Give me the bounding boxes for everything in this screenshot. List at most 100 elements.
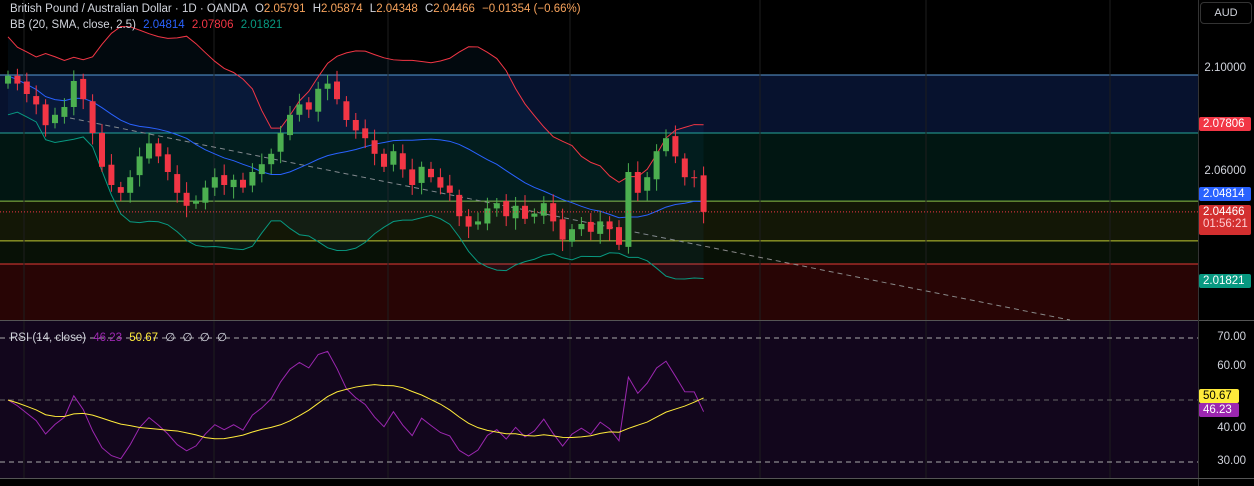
candle-body (164, 154, 171, 172)
candle-body (352, 120, 359, 131)
candle-body (89, 101, 96, 133)
candle-body (587, 221, 594, 232)
bb-lower-value: 2.01821 (240, 19, 283, 31)
candle-body (390, 151, 397, 165)
candle-body (625, 172, 632, 247)
candle-body (634, 172, 641, 193)
candle-body (70, 81, 77, 107)
candle-body (193, 200, 199, 204)
bb-lower-tag: 2.01821 (1199, 274, 1251, 288)
candle-body (202, 187, 209, 203)
candle-body (343, 101, 350, 120)
bb-upper-tag: 2.07806 (1199, 117, 1251, 131)
candle-body (258, 164, 265, 175)
low-value: 2.04348 (376, 3, 418, 15)
bb-basis-value: 2.04814 (143, 19, 185, 31)
candle-body (127, 177, 134, 193)
candle-body (597, 221, 604, 234)
candle-body (456, 194, 463, 217)
candle-body (155, 143, 162, 157)
candle-body (475, 221, 481, 225)
price-tick: 2.10000 (1204, 62, 1246, 74)
candle-body (559, 219, 566, 240)
currency-button[interactable]: AUD (1200, 2, 1252, 24)
symbol-legend: British Pound / Australian Dollar · 1D ·… (10, 3, 585, 15)
rsi-extra: ∅ (216, 332, 227, 344)
bb-label: BB (20, SMA, close, 2.5) (10, 19, 136, 31)
rsi-tag: 46.23 (1199, 403, 1239, 417)
candle-body (681, 158, 688, 178)
candle-body (305, 102, 312, 110)
bb-legend[interactable]: BB (20, SMA, close, 2.5) 2.04814 2.07806… (10, 19, 286, 31)
symbol-title: British Pound / Australian Dollar · 1D ·… (10, 3, 248, 15)
candle-body (484, 208, 491, 224)
high-label: H (312, 3, 322, 15)
candle-body (42, 104, 49, 126)
rsi-tick: 40.00 (1217, 422, 1246, 434)
candle-body (211, 177, 218, 188)
candle-body (578, 224, 585, 230)
candle-body (240, 179, 246, 188)
candle-body (531, 213, 538, 217)
candle-body (409, 169, 416, 185)
rsi-label: RSI (14, close) (10, 332, 87, 344)
candle-body (663, 138, 669, 152)
candle-body (277, 133, 284, 152)
candle-body (503, 201, 510, 217)
candle-body (437, 177, 444, 188)
candle-body (174, 174, 181, 193)
rsi-extra: ∅ (165, 332, 176, 344)
close-value: 2.04466 (433, 3, 475, 15)
rsi-extra: ∅ (199, 332, 210, 344)
price-tick: 2.06000 (1204, 165, 1246, 177)
candle-body (606, 221, 613, 230)
chart-widget[interactable]: British Pound / Australian Dollar · 1D ·… (0, 0, 1254, 486)
bar-countdown: 01:56:21 (1203, 218, 1248, 230)
candle-body (61, 107, 68, 117)
candle-body (446, 185, 453, 193)
candle-body (493, 203, 500, 209)
candle-body (428, 168, 434, 178)
candle-body (399, 153, 406, 170)
rsi-tick: 60.00 (1217, 360, 1246, 372)
candle-body (672, 136, 679, 157)
candle-body (268, 153, 275, 165)
open-value: 2.05791 (263, 3, 306, 15)
candle-body (136, 156, 143, 176)
open-label: O (254, 3, 264, 15)
high-value: 2.05874 (321, 3, 363, 15)
candle-body (230, 179, 237, 188)
rsi-tick: 30.00 (1217, 455, 1246, 467)
candle-body (700, 175, 707, 212)
last-price-tag: 2.04466 01:56:21 (1199, 205, 1251, 235)
rsi-legend[interactable]: RSI (14, close) 46.23 50.67 ∅ ∅ ∅ ∅ (10, 330, 231, 344)
candle-body (146, 143, 152, 159)
candle-body (653, 151, 660, 180)
rsi-tick: 70.00 (1217, 331, 1246, 343)
candle-body (315, 88, 322, 112)
rsi-value: 46.23 (93, 332, 123, 344)
candle-body (362, 128, 369, 139)
rsi-extra: ∅ (182, 332, 193, 344)
candle-body (80, 78, 87, 100)
candle-body (287, 114, 293, 136)
candle-body (183, 192, 190, 206)
change-value: −0.01354 (−0.66%) (482, 3, 581, 15)
candle-body (296, 104, 303, 115)
candle-body (465, 216, 472, 227)
chart-canvas[interactable] (0, 0, 1254, 486)
candle-body (324, 83, 331, 89)
candle-body (334, 81, 340, 100)
bb-upper-value: 2.07806 (191, 19, 234, 31)
candle-body (540, 203, 547, 216)
price-zone (0, 264, 1198, 320)
rsi-ma-value: 50.67 (129, 332, 159, 344)
candle-body (221, 175, 228, 185)
last-price: 2.04466 (1203, 206, 1245, 218)
bb-basis-tag: 2.04814 (1199, 187, 1251, 201)
candle-body (691, 177, 698, 179)
candle-body (117, 187, 124, 193)
candle-body (108, 164, 115, 185)
candle-body (33, 96, 40, 105)
candle-body (644, 177, 651, 191)
